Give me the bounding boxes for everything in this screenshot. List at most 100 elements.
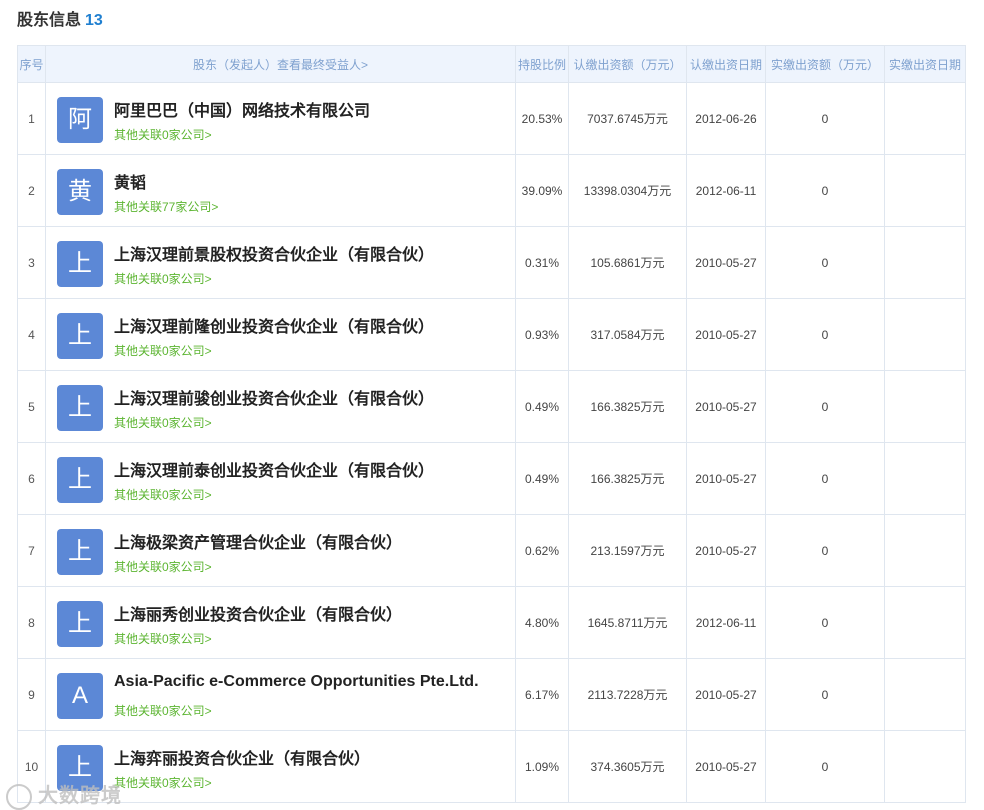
- row-seq: 1: [17, 82, 46, 155]
- related-companies-link[interactable]: 其他关联77家公司>: [114, 198, 218, 215]
- paid-date: [884, 730, 966, 803]
- table-row: 6 上上海汉理前泰创业投资合伙企业（有限合伙） 其他关联0家公司> 0.49% 166.…: [17, 442, 966, 515]
- section-header: 股东信息 13: [17, 6, 103, 30]
- shareholder-name[interactable]: 上海汉理前隆创业投资合伙企业（有限合伙）: [114, 313, 434, 337]
- subscribed-amount: 374.3605万元: [568, 730, 687, 803]
- shareholding-ratio: 0.31%: [515, 226, 569, 299]
- shareholder-count: 13: [85, 12, 103, 29]
- shareholder-cell: 上上海极梁资产管理合伙企业（有限合伙） 其他关联0家公司>: [45, 514, 516, 587]
- paid-amount: 0: [765, 730, 885, 803]
- row-seq: 7: [17, 514, 46, 587]
- shareholding-ratio: 4.80%: [515, 586, 569, 659]
- paid-amount: 0: [765, 442, 885, 515]
- col-header-subscribed-amount: 认缴出资额（万元）: [568, 45, 687, 83]
- shareholder-name[interactable]: 上海丽秀创业投资合伙企业（有限合伙）: [114, 601, 402, 625]
- related-companies-link[interactable]: 其他关联0家公司>: [114, 342, 212, 359]
- table-row: 9 A Asia-Pacific e-Commerce Opportunities …: [17, 658, 966, 731]
- shareholder-avatar: 上: [57, 241, 103, 287]
- shareholder-name[interactable]: 阿里巴巴（中国）网络技术有限公司: [114, 97, 370, 121]
- table-row: 4 上上海汉理前隆创业投资合伙企业（有限合伙） 其他关联0家公司> 0.93% 317.…: [17, 298, 966, 371]
- watermark: 大数跨境: [6, 779, 122, 810]
- shareholder-name[interactable]: 黄韬: [114, 169, 146, 193]
- shareholder-avatar: 上: [57, 601, 103, 647]
- related-companies-link[interactable]: 其他关联0家公司>: [114, 630, 212, 647]
- paid-amount: 0: [765, 226, 885, 299]
- row-seq: 6: [17, 442, 46, 515]
- related-companies-link[interactable]: 其他关联0家公司>: [114, 702, 212, 719]
- related-companies-link[interactable]: 其他关联0家公司>: [114, 486, 212, 503]
- row-seq: 4: [17, 298, 46, 371]
- subscribed-date: 2010-05-27: [686, 370, 766, 443]
- shareholder-cell: 黄黄韬其他关联77家公司>: [45, 154, 516, 227]
- paid-date: [884, 658, 966, 731]
- shareholding-ratio: 0.62%: [515, 514, 569, 587]
- subscribed-date: 2010-05-27: [686, 514, 766, 587]
- subscribed-date: 2010-05-27: [686, 658, 766, 731]
- col-header-seq: 序号: [17, 45, 46, 83]
- col-header-shareholder[interactable]: 股东（发起人）查看最终受益人>: [45, 45, 516, 83]
- table-row: 1 阿阿里巴巴（中国）网络技术有限公司 其他关联0家公司> 20.53% 7037.67…: [17, 82, 966, 155]
- related-companies-link[interactable]: 其他关联0家公司>: [114, 774, 212, 791]
- paid-amount: 0: [765, 370, 885, 443]
- subscribed-date: 2012-06-26: [686, 82, 766, 155]
- shareholder-avatar: 上: [57, 313, 103, 359]
- table-row: 8 上上海丽秀创业投资合伙企业（有限合伙） 其他关联0家公司> 4.80% 1645.8…: [17, 586, 966, 659]
- table-row: 3 上上海汉理前景股权投资合伙企业（有限合伙） 其他关联0家公司> 0.31% 105.…: [17, 226, 966, 299]
- paid-date: [884, 514, 966, 587]
- related-companies-link[interactable]: 其他关联0家公司>: [114, 558, 212, 575]
- table-row: 10 上上海弈丽投资合伙企业（有限合伙） 其他关联0家公司> 1.09% 374.360…: [17, 730, 966, 803]
- paid-amount: 0: [765, 658, 885, 731]
- shareholding-ratio: 0.49%: [515, 370, 569, 443]
- shareholder-name[interactable]: Asia-Pacific e-Commerce Opportunities Pt…: [114, 673, 479, 691]
- row-seq: 9: [17, 658, 46, 731]
- shareholder-name[interactable]: 上海弈丽投资合伙企业（有限合伙）: [114, 745, 370, 769]
- shareholder-avatar: A: [57, 673, 103, 719]
- related-companies-link[interactable]: 其他关联0家公司>: [114, 126, 212, 143]
- shareholder-avatar: 上: [57, 385, 103, 431]
- shareholding-ratio: 39.09%: [515, 154, 569, 227]
- shareholder-cell: 上上海汉理前景股权投资合伙企业（有限合伙） 其他关联0家公司>: [45, 226, 516, 299]
- shareholder-cell: 上上海汉理前泰创业投资合伙企业（有限合伙） 其他关联0家公司>: [45, 442, 516, 515]
- row-seq: 5: [17, 370, 46, 443]
- shareholder-name[interactable]: 上海汉理前景股权投资合伙企业（有限合伙）: [114, 241, 434, 265]
- paid-amount: 0: [765, 298, 885, 371]
- shareholder-avatar: 上: [57, 529, 103, 575]
- table-row: 2 黄黄韬 其他关联77家公司> 39.09% 13398.0304万元 2012-06-…: [17, 154, 966, 227]
- shareholding-ratio: 0.93%: [515, 298, 569, 371]
- related-companies-link[interactable]: 其他关联0家公司>: [114, 270, 212, 287]
- shareholder-cell: 上上海丽秀创业投资合伙企业（有限合伙） 其他关联0家公司>: [45, 586, 516, 659]
- subscribed-date: 2012-06-11: [686, 154, 766, 227]
- shareholder-table: 序号 股东（发起人）查看最终受益人> 持股比例 认缴出资额（万元） 认缴出资日期…: [17, 45, 966, 803]
- section-title: 股东信息: [17, 12, 82, 29]
- table-row: 5 上上海汉理前骏创业投资合伙企业（有限合伙） 其他关联0家公司> 0.49% 166.…: [17, 370, 966, 443]
- subscribed-date: 2010-05-27: [686, 226, 766, 299]
- row-seq: 3: [17, 226, 46, 299]
- shareholder-name[interactable]: 上海汉理前泰创业投资合伙企业（有限合伙）: [114, 457, 434, 481]
- shareholder-name[interactable]: 上海汉理前骏创业投资合伙企业（有限合伙）: [114, 385, 434, 409]
- shareholding-ratio: 20.53%: [515, 82, 569, 155]
- subscribed-amount: 166.3825万元: [568, 442, 687, 515]
- paid-amount: 0: [765, 154, 885, 227]
- paid-amount: 0: [765, 82, 885, 155]
- subscribed-amount: 105.6861万元: [568, 226, 687, 299]
- watermark-text: 大数跨境: [38, 785, 122, 807]
- subscribed-date: 2010-05-27: [686, 298, 766, 371]
- col-header-subscribed-date: 认缴出资日期: [686, 45, 766, 83]
- subscribed-amount: 317.0584万元: [568, 298, 687, 371]
- shareholding-ratio: 6.17%: [515, 658, 569, 731]
- subscribed-amount: 213.1597万元: [568, 514, 687, 587]
- shareholder-avatar: 阿: [57, 97, 103, 143]
- paid-date: [884, 82, 966, 155]
- related-companies-link[interactable]: 其他关联0家公司>: [114, 414, 212, 431]
- paid-date: [884, 442, 966, 515]
- subscribed-amount: 2113.7228万元: [568, 658, 687, 731]
- shareholder-cell: A Asia-Pacific e-Commerce Opportunities P…: [45, 658, 516, 731]
- shareholder-name[interactable]: 上海极梁资产管理合伙企业（有限合伙）: [114, 529, 402, 553]
- shareholder-cell: 上上海汉理前骏创业投资合伙企业（有限合伙） 其他关联0家公司>: [45, 370, 516, 443]
- shareholding-ratio: 0.49%: [515, 442, 569, 515]
- shareholder-avatar: 黄: [57, 169, 103, 215]
- col-header-paid-amount: 实缴出资额（万元）: [765, 45, 885, 83]
- subscribed-date: 2012-06-11: [686, 586, 766, 659]
- shareholder-cell: 上上海汉理前隆创业投资合伙企业（有限合伙） 其他关联0家公司>: [45, 298, 516, 371]
- col-header-paid-date: 实缴出资日期: [884, 45, 966, 83]
